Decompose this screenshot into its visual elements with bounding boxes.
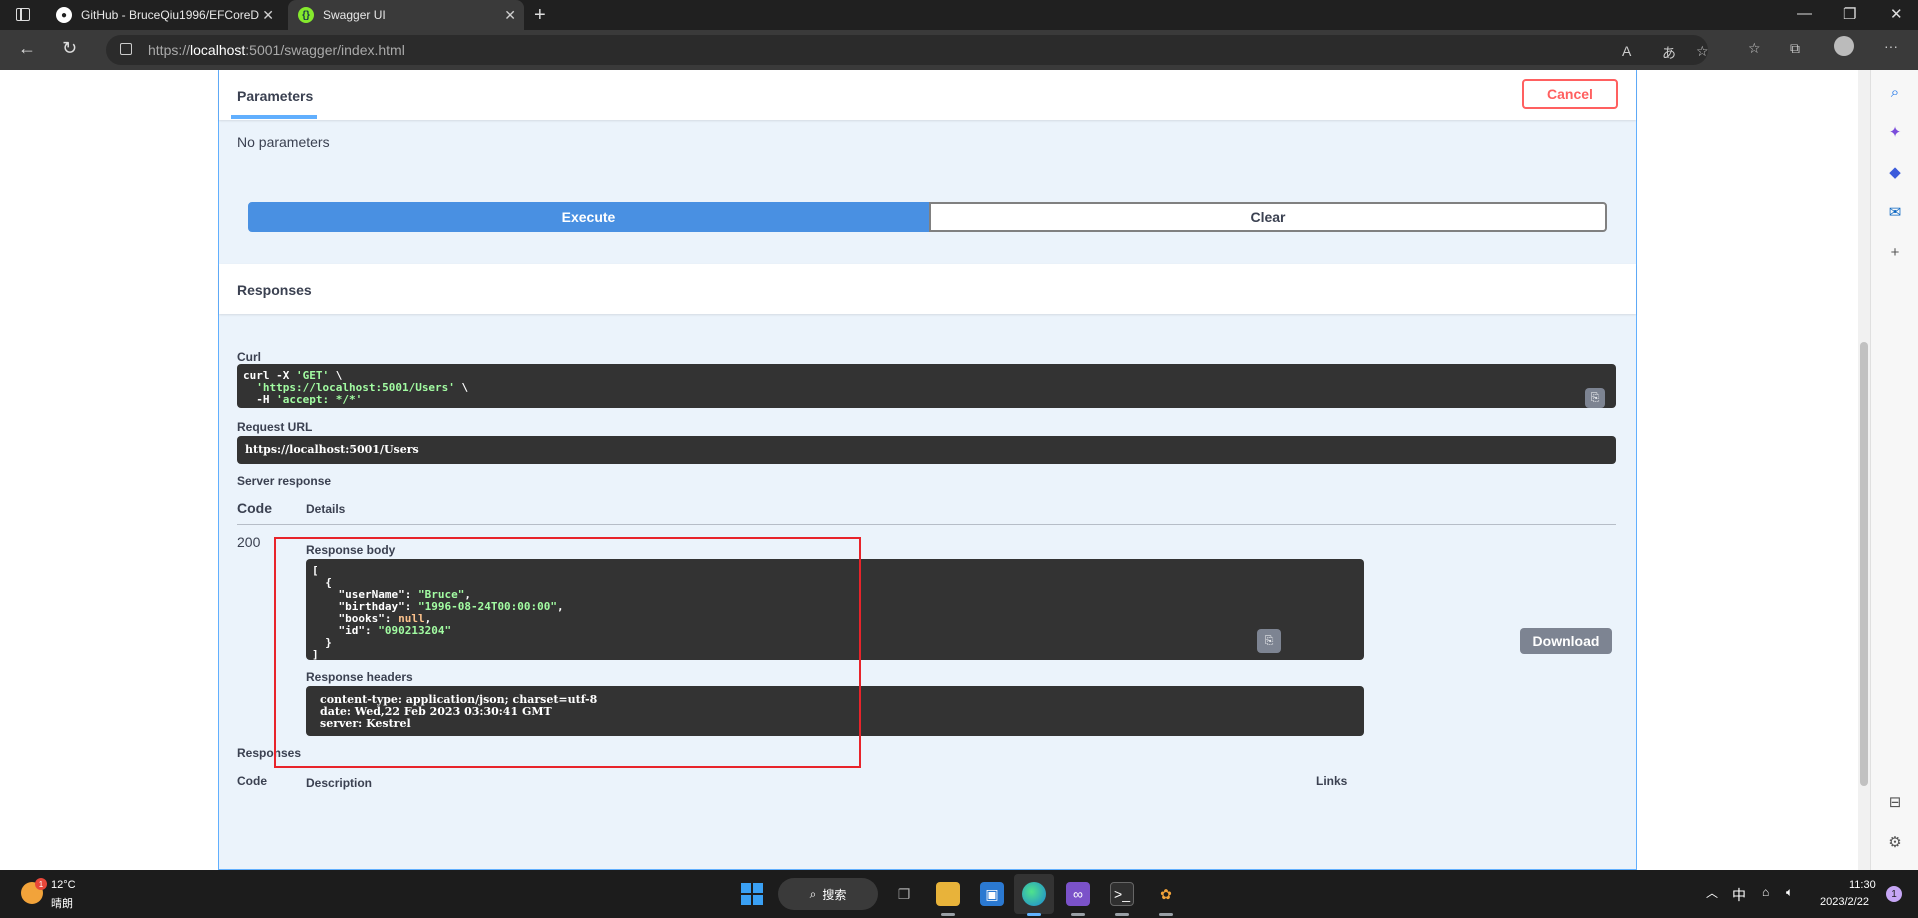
running-indicator [1159,913,1173,916]
url-input[interactable]: https://localhost:5001/swagger/index.htm… [106,35,1709,65]
start-windows-icon[interactable] [740,882,764,906]
highlight-annotation [274,537,861,768]
refresh-icon[interactable]: ↻ [62,38,77,59]
close-tab-icon[interactable]: ✕ [262,7,274,24]
app-icon[interactable]: ✿ [1154,882,1178,906]
running-indicator [1071,913,1085,916]
taskbar: 1 12°C 晴朗 ⌕ 搜索 ❐ ▣ ∞ >_ ✿ ︿ 中 ⌂ 🔈︎ 11:30… [0,870,1918,918]
close-window-icon[interactable]: ✕ [1890,5,1903,23]
tab-title: Swagger UI [323,8,386,22]
back-icon[interactable]: ← [18,38,36,59]
execute-wrapper: Execute Clear [248,202,1607,232]
copy-response-icon[interactable]: ⎘ [1257,629,1281,653]
no-parameters-text: No parameters [237,134,330,150]
task-view-icon[interactable]: ❐ [892,882,916,906]
code-column-header: Code [237,500,272,516]
store-icon[interactable]: ▣ [980,882,1004,906]
edge-browser-icon[interactable] [1022,882,1046,906]
curl-label: Curl [237,350,261,364]
download-button[interactable]: Download [1520,628,1612,654]
file-explorer-icon[interactable] [936,882,960,906]
active-indicator [1027,913,1041,916]
page-scrollbar[interactable] [1858,70,1870,870]
translate-icon[interactable]: あ [1662,43,1676,63]
more-menu-icon[interactable]: ··· [1884,38,1898,54]
parameters-tab-indicator [231,115,317,119]
execute-button[interactable]: Execute [248,202,929,232]
volume-icon[interactable]: 🔈︎ [1786,885,1793,900]
clear-button[interactable]: Clear [929,202,1607,232]
visual-studio-icon[interactable]: ∞ [1066,882,1090,906]
minimize-icon[interactable]: — [1797,5,1812,22]
browser-titlebar: ● GitHub - BruceQiu1996/EFCoreD ✕ {} Swa… [0,0,1918,30]
github-icon: ● [56,7,72,23]
running-indicator [1115,913,1129,916]
responses-code-header: Code [237,774,267,788]
request-url-value[interactable]: https://localhost:5001/Users [237,436,1616,464]
favorites-icon[interactable]: ☆ [1748,40,1761,57]
scrollbar-thumb[interactable] [1860,342,1868,786]
responses-title: Responses [237,282,312,298]
search-icon[interactable]: ⌕ [1885,82,1905,102]
terminal-icon[interactable]: >_ [1110,882,1134,906]
edge-sidebar: ⌕ ✦ ◆ ✉ + ⊟ ⚙ [1870,70,1918,870]
details-column-header: Details [306,502,346,516]
hide-sidebar-icon[interactable]: ⊟ [1885,792,1905,812]
weather-badge: 1 [35,878,47,890]
add-app-icon[interactable]: + [1885,242,1905,262]
search-icon: ⌕ [809,886,817,901]
copy-curl-icon[interactable]: ⎘ [1585,388,1605,408]
responses-description-header: Description [306,776,373,790]
address-bar: ← ↻ https://localhost:5001/swagger/index… [0,30,1918,70]
profile-avatar[interactable] [1834,36,1854,56]
cancel-button[interactable]: Cancel [1522,79,1618,109]
table-divider [237,524,1616,525]
network-icon[interactable]: ⌂ [1762,885,1769,899]
running-indicator [941,913,955,916]
tab-swagger[interactable]: {} Swagger UI ✕ [288,0,524,30]
taskbar-search-label: 搜索 [822,887,847,902]
restore-icon[interactable]: ❐ [1843,5,1856,23]
tray-overflow-icon[interactable]: ︿ [1706,884,1718,901]
responses-links-header: Links [1316,774,1348,788]
weather-temperature[interactable]: 12°C [51,879,76,891]
favorite-add-icon[interactable]: ☆ [1696,43,1709,60]
url-text: https://localhost:5001/swagger/index.htm… [148,42,405,58]
taskbar-search-button[interactable]: ⌕ 搜索 [778,878,878,910]
server-response-label: Server response [237,474,332,488]
curl-command[interactable]: curl -X 'GET' \ 'https://localhost:5001/… [237,364,1616,408]
lock-icon [120,43,132,55]
tab-actions-icon[interactable] [16,8,30,21]
read-aloud-icon[interactable]: A [1622,43,1631,59]
notification-badge[interactable]: 1 [1886,886,1902,902]
games-icon[interactable]: ◆ [1885,162,1905,182]
status-code: 200 [237,534,261,550]
clock-date[interactable]: 2023/2/22 [1820,896,1869,908]
settings-gear-icon[interactable]: ⚙ [1885,832,1905,852]
outlook-icon[interactable]: ✉ [1885,202,1905,222]
close-tab-icon[interactable]: ✕ [504,7,516,24]
parameters-header: Parameters Cancel [219,70,1636,120]
new-tab-icon[interactable]: + [534,4,546,27]
clock-time[interactable]: 11:30 [1849,879,1876,891]
copilot-icon[interactable]: ✦ [1885,122,1905,142]
parameters-title: Parameters [237,88,314,104]
responses-header: Responses [219,264,1636,314]
tab-title: GitHub - BruceQiu1996/EFCoreD [81,8,260,22]
tab-github[interactable]: ● GitHub - BruceQiu1996/EFCoreD ✕ [46,0,282,30]
collections-icon[interactable]: ⧉ [1790,40,1800,57]
ime-indicator[interactable]: 中 [1732,885,1746,905]
request-url-label: Request URL [237,420,313,434]
weather-condition[interactable]: 晴朗 [51,895,73,911]
swagger-icon: {} [298,7,314,23]
